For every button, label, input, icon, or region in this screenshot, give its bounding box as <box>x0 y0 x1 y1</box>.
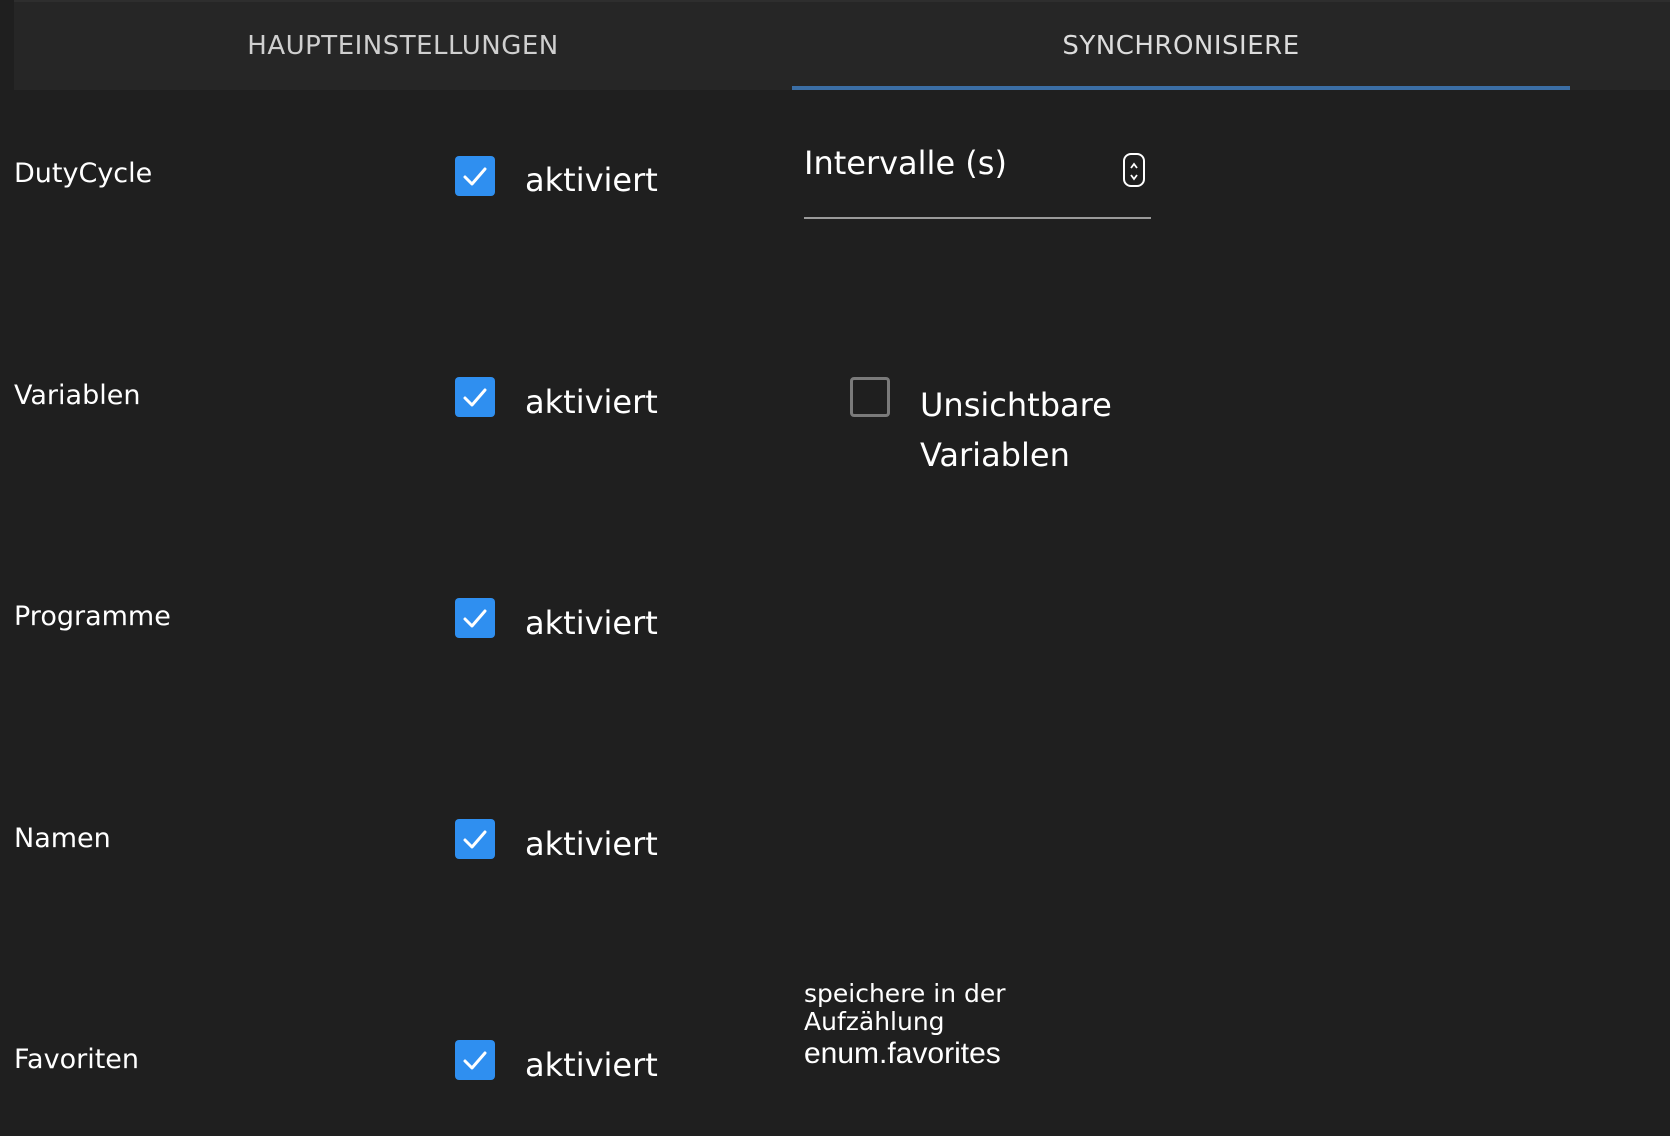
variablen-checkbox[interactable] <box>455 377 495 417</box>
tab-haupteinstellungen[interactable]: HAUPTEINSTELLUNGEN <box>14 2 792 90</box>
namen-checkbox[interactable] <box>455 819 495 859</box>
active-tab-indicator <box>792 86 1570 90</box>
favoriten-checkbox-label: aktiviert <box>525 1046 658 1084</box>
interval-spinner[interactable] <box>1123 153 1145 187</box>
favorites-enum-label: speichere in der Aufzählung <box>804 979 1006 1036</box>
hidden-variables-checkbox[interactable] <box>850 377 890 417</box>
row-label-programme: Programme <box>14 601 171 632</box>
hidden-variables-label: Unsichtbare Variablen <box>920 386 1112 474</box>
interval-field-label: Intervalle (s) <box>804 144 1007 182</box>
check-icon <box>463 1051 487 1070</box>
namen-checkbox-label: aktiviert <box>525 825 658 863</box>
programme-checkbox[interactable] <box>455 598 495 638</box>
row-label-variablen: Variablen <box>14 380 141 411</box>
check-icon <box>463 167 487 186</box>
settings-panel: HAUPTEINSTELLUNGEN SYNCHRONISIERE DutyCy… <box>0 0 1670 1136</box>
row-label-dutycycle: DutyCycle <box>14 158 153 189</box>
programme-checkbox-label: aktiviert <box>525 604 658 642</box>
dutycycle-checkbox-label: aktiviert <box>525 161 658 199</box>
row-label-favoriten: Favoriten <box>14 1044 140 1075</box>
row-label-namen: Namen <box>14 823 111 854</box>
favoriten-checkbox[interactable] <box>455 1040 495 1080</box>
check-icon <box>463 388 487 407</box>
tab-synchronisiere[interactable]: SYNCHRONISIERE <box>792 2 1570 90</box>
check-icon <box>463 609 487 628</box>
favorites-enum-input[interactable]: enum.favorites <box>804 1037 1001 1071</box>
interval-input[interactable] <box>804 217 1151 219</box>
dutycycle-checkbox[interactable] <box>455 156 495 196</box>
check-icon <box>463 830 487 849</box>
tab-bar: HAUPTEINSTELLUNGEN SYNCHRONISIERE <box>14 0 1670 90</box>
spinner-updown-icon <box>1130 162 1138 181</box>
variablen-checkbox-label: aktiviert <box>525 383 658 421</box>
